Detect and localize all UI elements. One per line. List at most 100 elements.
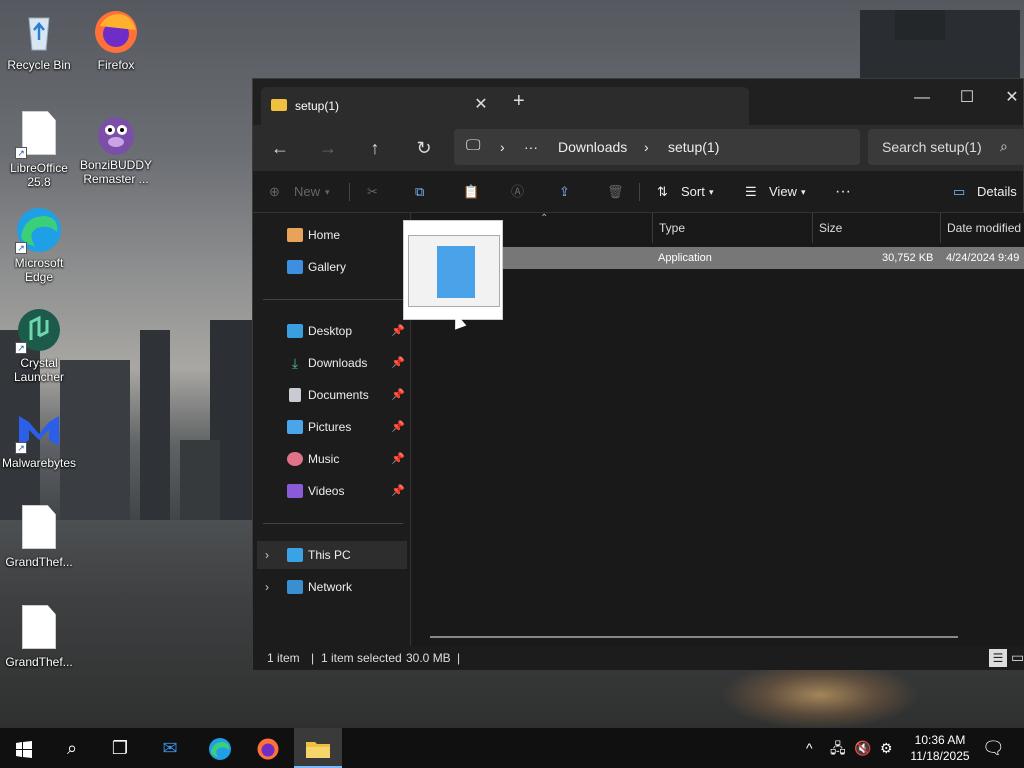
cell-date: 4/24/2024 9:49 [946, 252, 1020, 264]
breadcrumb-overflow[interactable]: ··· [524, 139, 538, 155]
desktop-icon-edge[interactable]: ↗ Microsoft Edge [1, 206, 77, 284]
title-bar: setup(1) ✕ + — ☐ ✕ [253, 79, 1023, 125]
pin-icon: 📌 [391, 485, 405, 497]
sidebar-item-pictures[interactable]: Pictures 📌 [257, 413, 407, 441]
delete-icon[interactable]: 🗑 [607, 181, 624, 203]
sidebar-item-label: Desktop [308, 324, 353, 338]
details-view-icon[interactable]: ☰ [989, 649, 1007, 667]
sidebar-item-home[interactable]: Home [257, 221, 407, 249]
home-icon [287, 228, 303, 242]
column-header-size[interactable]: Size [812, 213, 940, 243]
search-input[interactable]: Search setup(1) ⌕ [868, 129, 1024, 165]
desktop-icon-libreoffice[interactable]: ↗ LibreOffice 25.8 [1, 108, 77, 189]
sidebar-item-this-pc[interactable]: › This PC [257, 541, 407, 569]
edge-icon[interactable] [196, 728, 244, 768]
windows-icon [16, 741, 32, 759]
sidebar-item-videos[interactable]: Videos 📌 [257, 477, 407, 505]
sidebar-item-desktop[interactable]: Desktop 📌 [257, 317, 407, 345]
clock[interactable]: 10:36 AM 11/18/2025 [905, 732, 975, 764]
sidebar-item-gallery[interactable]: Gallery [257, 253, 407, 281]
volume-muted-icon[interactable]: 🔇 [854, 728, 871, 768]
sort-button[interactable]: Sort [681, 181, 705, 203]
address-bar[interactable]: 🖵 › ··· Downloads › setup(1) [454, 129, 860, 165]
notifications-icon[interactable]: 🗨 [982, 728, 1005, 768]
sidebar-item-network[interactable]: › Network [257, 573, 407, 601]
tab-setup[interactable]: setup(1) ✕ [261, 87, 749, 125]
file-icon [15, 605, 63, 653]
shortcut-arrow-icon: ↗ [15, 342, 27, 354]
paste-icon[interactable]: 📋 [463, 181, 479, 203]
sidebar-item-music[interactable]: Music 📌 [257, 445, 407, 473]
desktop-icon-file-1[interactable]: GrandThef... [1, 502, 77, 569]
copy-icon[interactable]: ⧉ [415, 181, 424, 203]
pictures-icon [287, 420, 303, 434]
desktop-icon-label: Microsoft Edge [14, 256, 64, 284]
new-tab-button[interactable]: + [513, 91, 525, 111]
edge-icon: ↗ [15, 206, 63, 254]
tiles-view-icon[interactable]: ▭ [1011, 649, 1024, 667]
maximize-button[interactable]: ☐ [944, 83, 990, 113]
desktop-icon-file-2[interactable]: GrandThef... [1, 602, 77, 669]
selection-count: 1 item selected [321, 651, 402, 665]
download-icon: ⤓ [291, 355, 299, 371]
network-icon[interactable]: 🖧 [830, 728, 846, 768]
cell-size: 30,752 KB [882, 252, 934, 264]
desktop-icon-malwarebytes[interactable]: ↗ Malwarebytes [1, 406, 77, 470]
minimize-button[interactable]: — [899, 83, 945, 113]
desktop-icon-crystal-launcher[interactable]: ↗ Crystal Launcher [1, 306, 77, 384]
desktop-icon-label: Crystal Launcher [13, 356, 65, 384]
up-button[interactable]: ↑ [360, 133, 390, 163]
file-icon [15, 505, 63, 553]
cut-icon[interactable]: ✂ [367, 181, 378, 203]
forward-button[interactable]: → [313, 133, 343, 163]
close-button[interactable]: ✕ [989, 83, 1024, 113]
horizontal-scrollbar[interactable] [430, 636, 958, 638]
shortcut-arrow-icon: ↗ [15, 242, 27, 254]
tab-title: setup(1) [295, 99, 340, 113]
sidebar-item-downloads[interactable]: ⤓ Downloads 📌 [257, 349, 407, 377]
chevron-right-icon[interactable]: › [265, 541, 269, 569]
desktop-icon-recycle-bin[interactable]: Recycle Bin [1, 8, 77, 72]
back-button[interactable]: ← [265, 133, 295, 163]
share-icon[interactable]: ⇪ [559, 181, 570, 203]
breadcrumb-downloads[interactable]: Downloads [558, 139, 627, 155]
refresh-button[interactable]: ↻ [409, 133, 439, 163]
file-explorer-icon[interactable] [294, 728, 342, 768]
sort-icon: ⇅ [657, 184, 668, 199]
outlook-icon[interactable]: ✉ [146, 728, 194, 768]
documents-icon [289, 388, 301, 402]
task-view-icon[interactable]: ❐ [96, 728, 144, 768]
desktop-icon-firefox[interactable]: Firefox [78, 8, 154, 72]
firefox-icon[interactable] [244, 728, 292, 768]
view-button[interactable]: View [769, 181, 797, 203]
new-button[interactable]: New [294, 181, 320, 203]
details-button[interactable]: Details [977, 181, 1017, 203]
chevron-right-icon: › [500, 139, 505, 155]
column-header-type[interactable]: Type [652, 213, 812, 243]
table-row[interactable]: Application 30,752 KB 4/24/2024 9:49 [412, 247, 1024, 269]
pin-icon: 📌 [391, 325, 405, 337]
start-button[interactable] [0, 728, 48, 768]
breadcrumb-setup[interactable]: setup(1) [668, 139, 719, 155]
desktop-icon-label: LibreOffice 25.8 [10, 161, 68, 189]
desktop-icon-bonzibuddy[interactable]: BonziBUDDY Remaster ... [78, 108, 154, 186]
clock-date: 11/18/2025 [910, 749, 970, 763]
computer-icon: 🖵 [466, 137, 481, 154]
search-icon[interactable]: ⌕ [48, 728, 96, 768]
gallery-icon [287, 260, 303, 274]
more-options-button[interactable]: ··· [835, 181, 851, 203]
chevron-right-icon[interactable]: › [265, 573, 269, 601]
command-bar: ⊕ New ▾ ✂ ⧉ 📋 Ⓐ ⇪ 🗑 ⇅ Sort ▾ ☰ View ▾ ··… [253, 171, 1023, 213]
sidebar-item-documents[interactable]: Documents 📌 [257, 381, 407, 409]
malwarebytes-icon: ↗ [15, 406, 63, 454]
desktop-icon-label: GrandThef... [5, 555, 73, 569]
navigation-pane: Home Gallery Desktop 📌 ⤓ Downloads 📌 Doc… [253, 213, 411, 646]
tab-close-button[interactable]: ✕ [471, 95, 491, 115]
show-hidden-icons-icon[interactable]: ^ [806, 728, 813, 768]
firefox-icon [92, 8, 140, 56]
settings-icon[interactable]: ⚙ [880, 728, 893, 768]
rename-icon[interactable]: Ⓐ [511, 181, 524, 203]
column-header-date[interactable]: Date modified [940, 213, 1024, 243]
desktop-icon-label: BonziBUDDY Remaster ... [79, 158, 153, 186]
pin-icon: 📌 [391, 357, 405, 369]
